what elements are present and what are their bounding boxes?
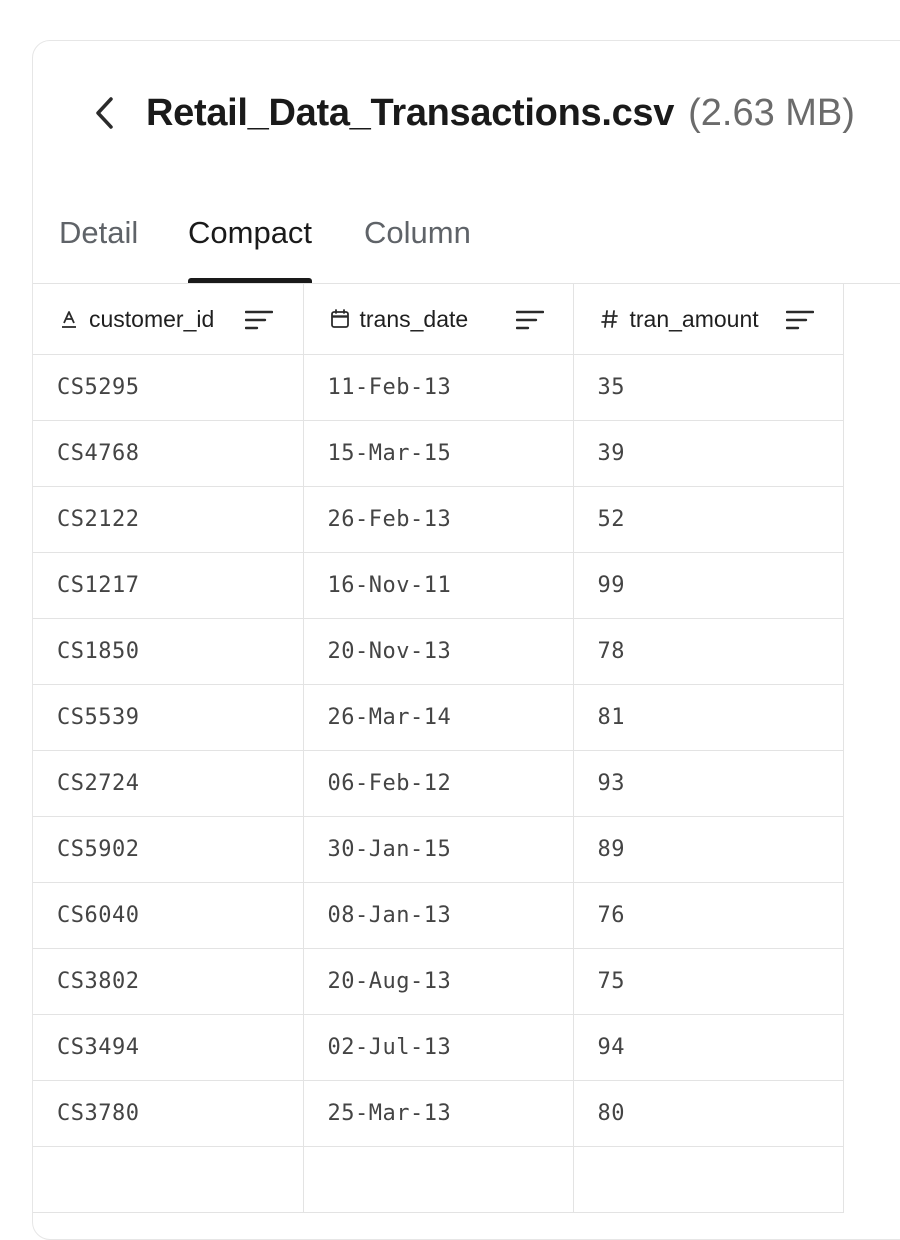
cell-tran-amount: 81 (573, 684, 844, 751)
table-row (33, 1146, 844, 1213)
cell-customer-id: CS3494 (33, 1014, 304, 1081)
cell-customer-id: CS5902 (33, 816, 304, 883)
table-row: CS6040 08-Jan-13 76 (33, 882, 844, 949)
column-header-trans-date[interactable]: trans_date (303, 284, 574, 355)
cell-customer-id: CS2122 (33, 486, 304, 553)
cell-trans-date: 25-Mar-13 (303, 1080, 574, 1147)
cell-tran-amount: 99 (573, 552, 844, 619)
cell-tran-amount: 93 (573, 750, 844, 817)
data-table: customer_id trans_date tran_amount CS529… (33, 284, 844, 1213)
calendar-icon (330, 308, 350, 330)
cell-tran-amount (573, 1146, 844, 1213)
hash-icon (600, 308, 620, 330)
file-size: (2.63 MB) (688, 92, 855, 134)
file-name: Retail_Data_Transactions.csv (146, 92, 675, 134)
cell-tran-amount: 52 (573, 486, 844, 553)
tab-compact[interactable]: Compact (188, 215, 313, 283)
sort-icon[interactable] (244, 309, 274, 330)
cell-trans-date: 20-Aug-13 (303, 948, 574, 1015)
cell-customer-id: CS5539 (33, 684, 304, 751)
table-row: CS5295 11-Feb-13 35 (33, 354, 844, 421)
table-row: CS3802 20-Aug-13 75 (33, 948, 844, 1015)
preview-header: Retail_Data_Transactions.csv (2.63 MB) (33, 41, 900, 191)
sort-icon[interactable] (515, 309, 544, 330)
table-row: CS5539 26-Mar-14 81 (33, 684, 844, 751)
cell-trans-date: 02-Jul-13 (303, 1014, 574, 1081)
cell-tran-amount: 35 (573, 354, 844, 421)
cell-trans-date: 15-Mar-15 (303, 420, 574, 487)
table-header-row: customer_id trans_date tran_amount (33, 284, 844, 355)
column-name: customer_id (89, 306, 215, 332)
table-row: CS3780 25-Mar-13 80 (33, 1080, 844, 1147)
text-type-icon (59, 308, 79, 330)
tab-column[interactable]: Column (364, 215, 471, 283)
table-row: CS2724 06-Feb-12 93 (33, 750, 844, 817)
cell-trans-date: 30-Jan-15 (303, 816, 574, 883)
cell-trans-date: 26-Mar-14 (303, 684, 574, 751)
cell-customer-id (33, 1146, 304, 1213)
view-tabs: Detail Compact Column (33, 201, 900, 284)
cell-customer-id: CS6040 (33, 882, 304, 949)
file-preview-card: Retail_Data_Transactions.csv (2.63 MB) De… (32, 40, 900, 1240)
column-header-customer-id[interactable]: customer_id (33, 284, 304, 355)
cell-customer-id: CS1217 (33, 552, 304, 619)
cell-tran-amount: 75 (573, 948, 844, 1015)
sort-icon[interactable] (785, 309, 814, 330)
cell-tran-amount: 89 (573, 816, 844, 883)
table-row: CS2122 26-Feb-13 52 (33, 486, 844, 553)
cell-customer-id: CS3780 (33, 1080, 304, 1147)
page-title: Retail_Data_Transactions.csv (2.63 MB) (146, 89, 855, 137)
cell-trans-date: 16-Nov-11 (303, 552, 574, 619)
cell-customer-id: CS3802 (33, 948, 304, 1015)
cell-customer-id: CS1850 (33, 618, 304, 685)
cell-customer-id: CS5295 (33, 354, 304, 421)
cell-customer-id: CS4768 (33, 420, 304, 487)
cell-trans-date: 08-Jan-13 (303, 882, 574, 949)
cell-tran-amount: 94 (573, 1014, 844, 1081)
back-button[interactable] (91, 93, 121, 133)
cell-tran-amount: 80 (573, 1080, 844, 1147)
table-row: CS3494 02-Jul-13 94 (33, 1014, 844, 1081)
cell-tran-amount: 76 (573, 882, 844, 949)
cell-trans-date: 26-Feb-13 (303, 486, 574, 553)
column-name: trans_date (359, 306, 469, 332)
cell-tran-amount: 39 (573, 420, 844, 487)
cell-customer-id: CS2724 (33, 750, 304, 817)
cell-trans-date: 06-Feb-12 (303, 750, 574, 817)
cell-tran-amount: 78 (573, 618, 844, 685)
tab-detail[interactable]: Detail (59, 215, 138, 283)
table-row: CS5902 30-Jan-15 89 (33, 816, 844, 883)
table-row: CS1850 20-Nov-13 78 (33, 618, 844, 685)
cell-trans-date: 20-Nov-13 (303, 618, 574, 685)
cell-trans-date (303, 1146, 574, 1213)
table-row: CS1217 16-Nov-11 99 (33, 552, 844, 619)
column-header-tran-amount[interactable]: tran_amount (573, 284, 844, 355)
cell-trans-date: 11-Feb-13 (303, 354, 574, 421)
chevron-left-icon (96, 97, 113, 129)
table-row: CS4768 15-Mar-15 39 (33, 420, 844, 487)
column-name: tran_amount (629, 306, 759, 332)
